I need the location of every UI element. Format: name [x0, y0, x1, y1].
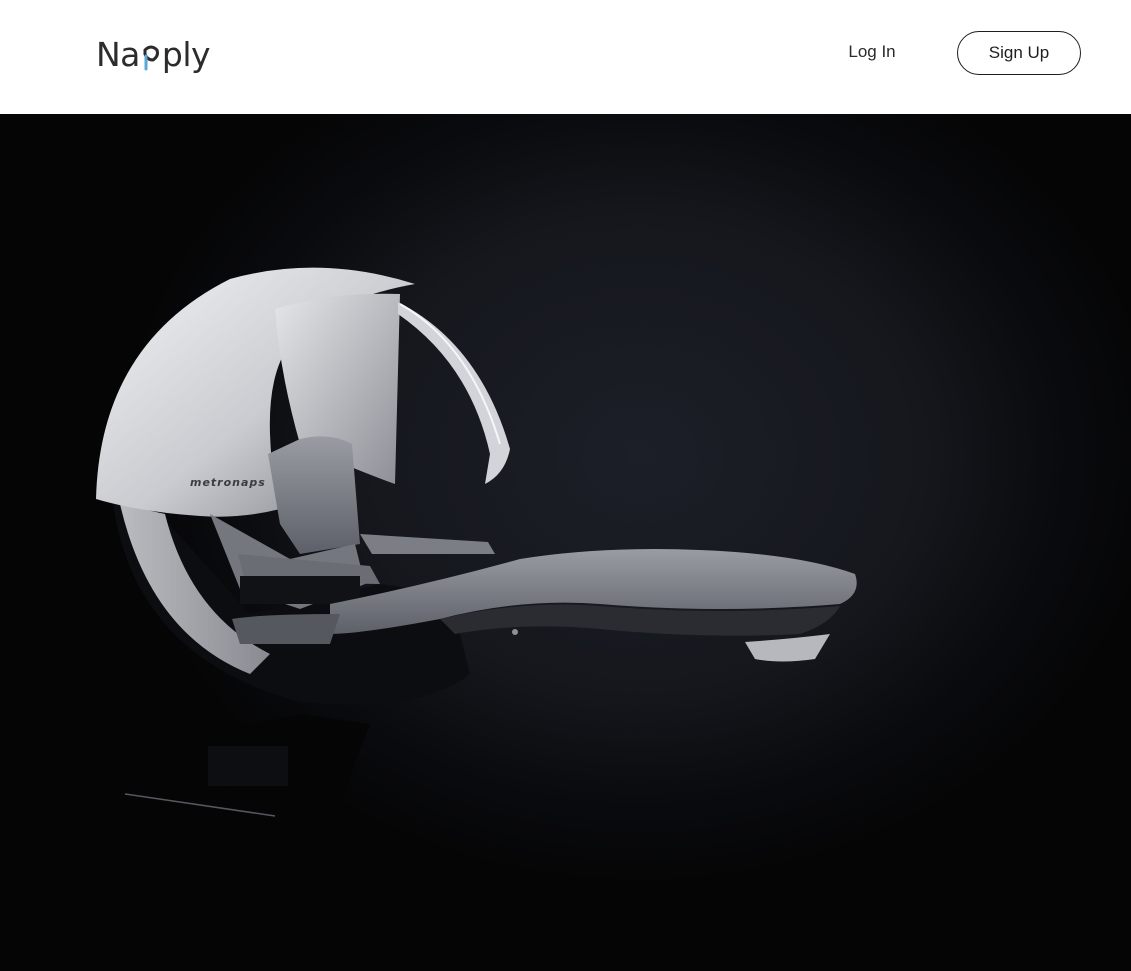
top-nav: Na ply Log In Sign Up	[0, 0, 1131, 114]
logo-text-end: ply	[161, 34, 211, 74]
logo[interactable]: Na ply	[96, 30, 211, 78]
hero-image: metronaps	[0, 114, 1131, 971]
logo-text-start: Na	[96, 34, 140, 74]
logo-p-mark-icon	[141, 36, 161, 72]
login-link[interactable]: Log In	[830, 36, 914, 68]
pod-brand-label: metronaps	[190, 476, 266, 489]
signup-button[interactable]: Sign Up	[957, 31, 1081, 75]
nap-pod-illustration: metronaps	[96, 267, 857, 817]
